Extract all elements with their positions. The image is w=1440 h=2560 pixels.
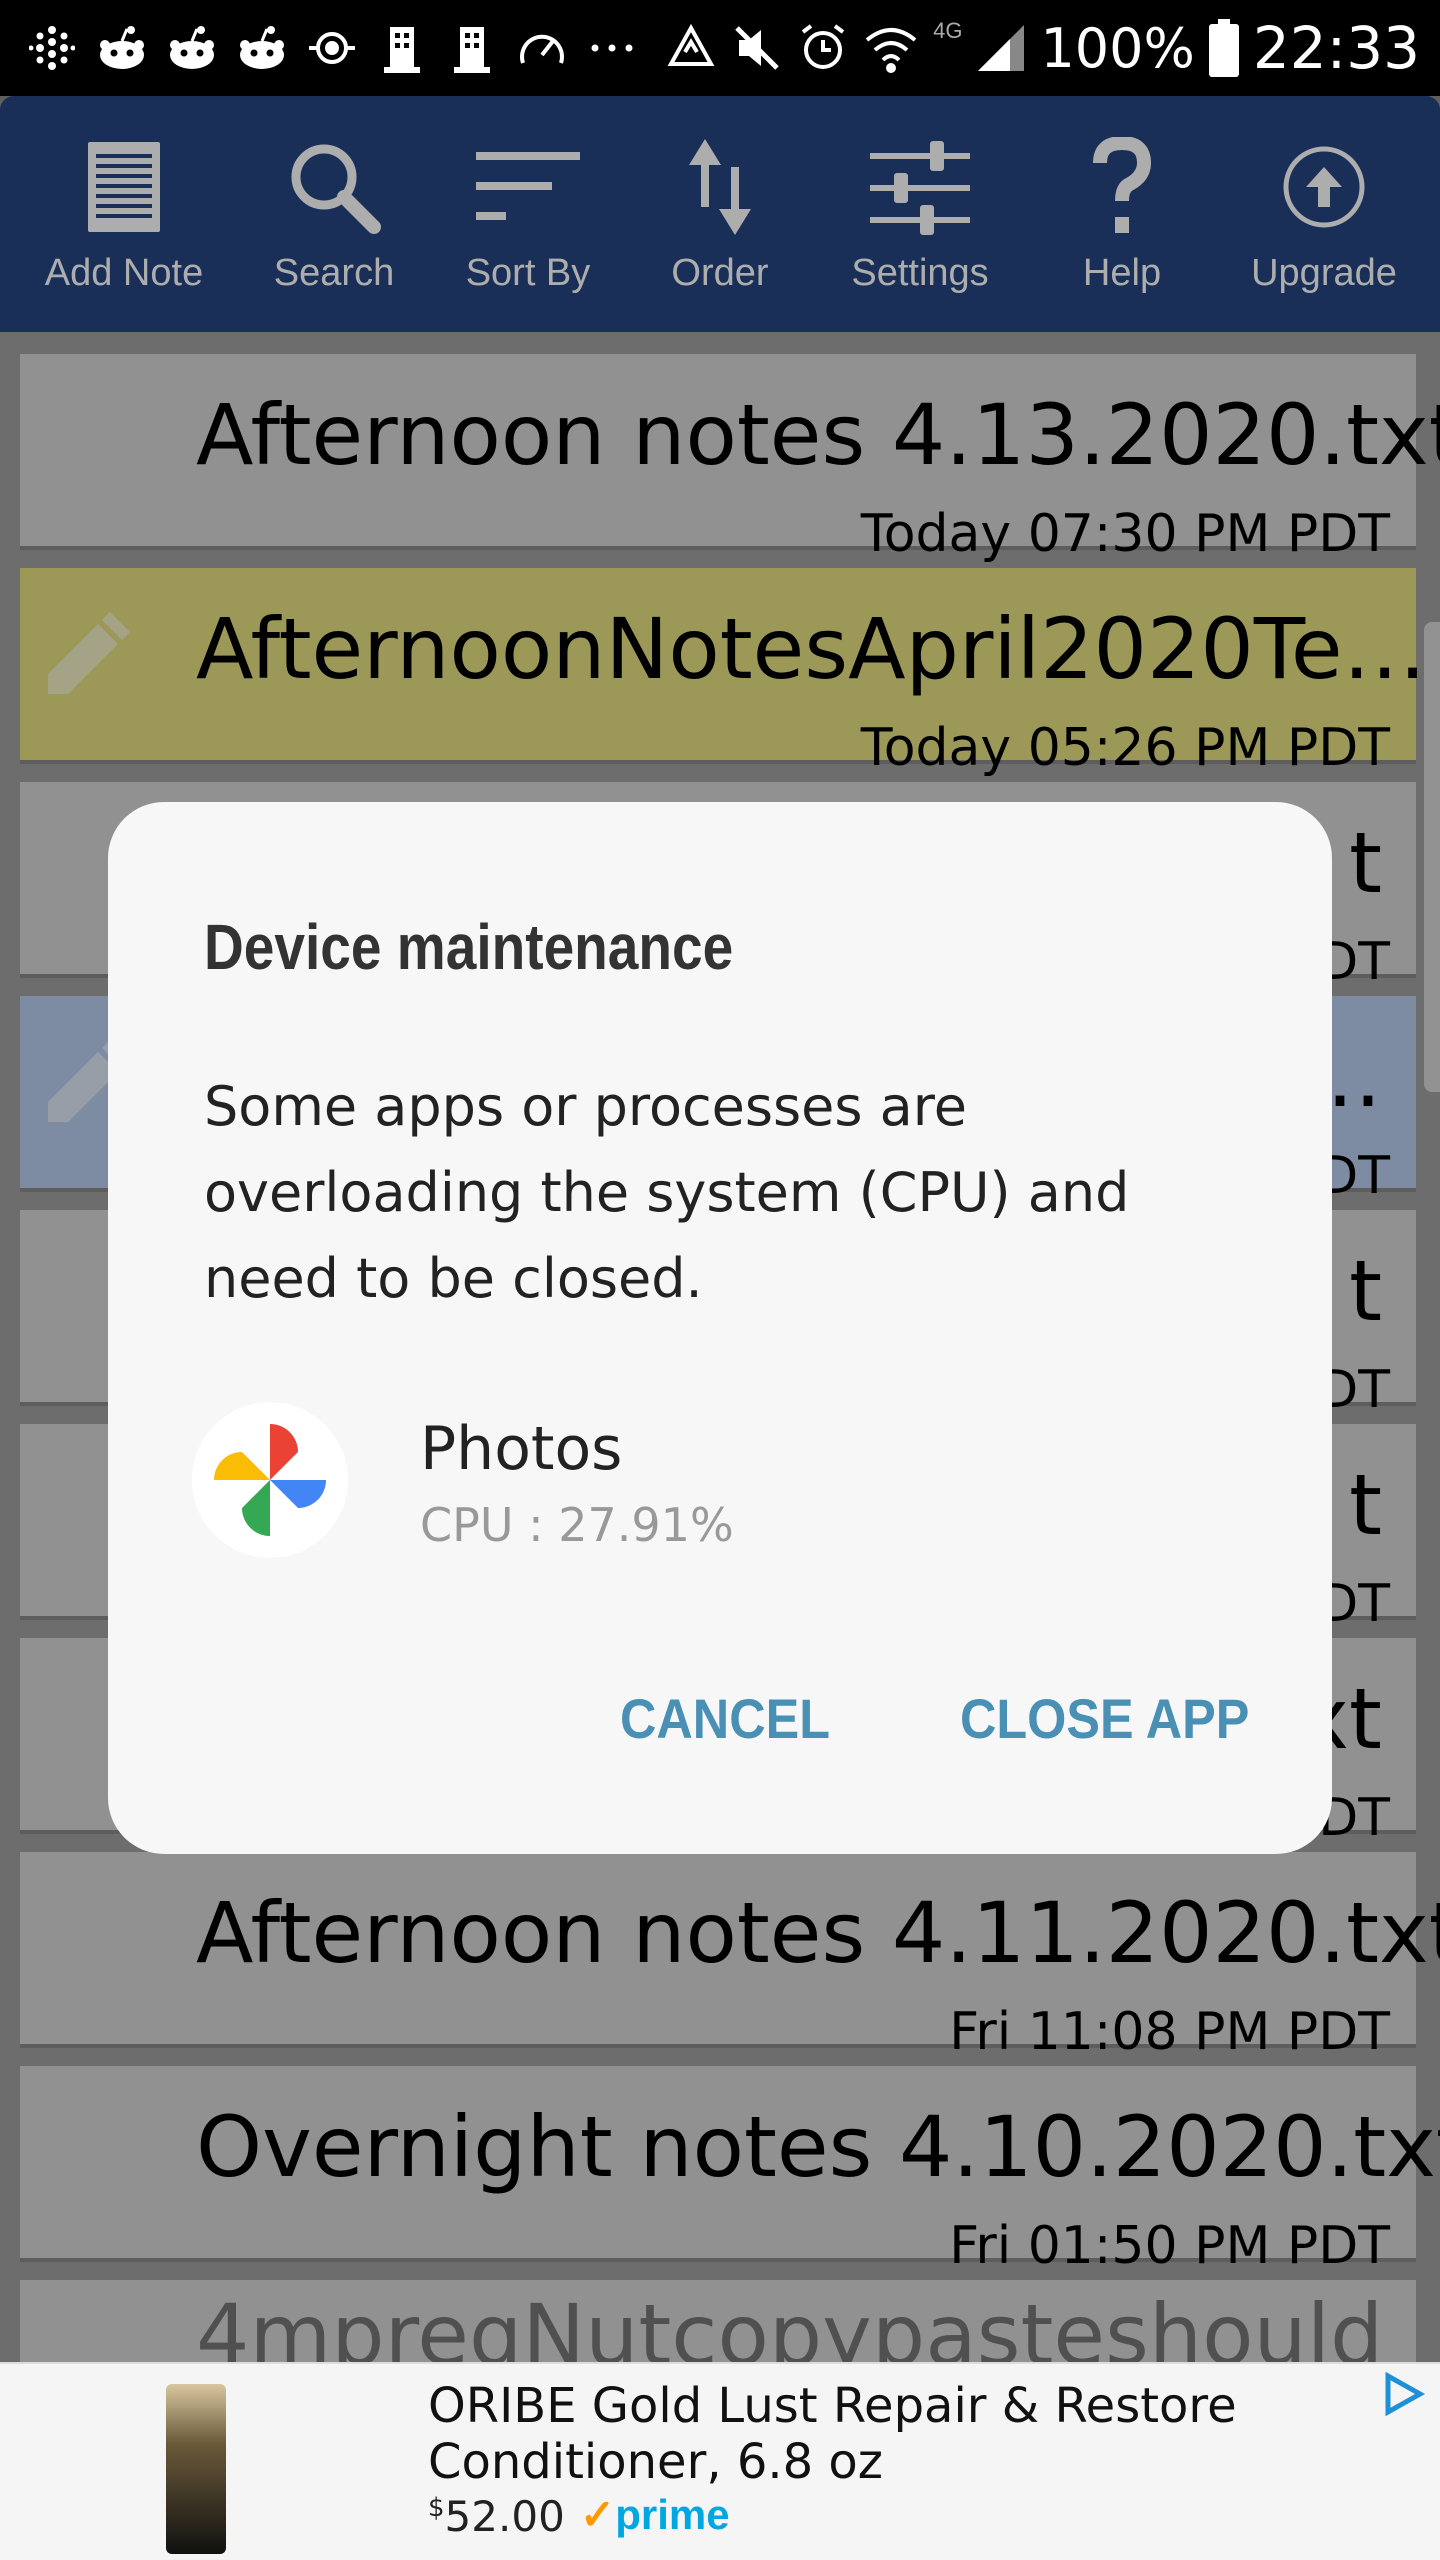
system-status: 4G 100% 22:33 (665, 12, 1420, 84)
reddit-icon (94, 22, 150, 74)
wifi-icon (865, 28, 917, 73)
dialog-title: Device maintenance (204, 911, 734, 983)
status-bar: 4G 100% 22:33 (0, 0, 1440, 96)
prime-check-icon: ✓ (580, 2491, 616, 2538)
sync-icon (304, 22, 360, 74)
ad-banner[interactable]: ORIBE Gold Lust Repair & Restore Conditi… (0, 2362, 1440, 2560)
clock: 22:33 (1252, 14, 1420, 82)
price-currency: $ (428, 2493, 445, 2523)
prime-badge: ✓prime (580, 2490, 730, 2539)
photos-app-icon (192, 1402, 348, 1558)
fitbit-icon (24, 22, 80, 74)
device-maintenance-dialog: Device maintenance Some apps or processe… (108, 802, 1332, 1854)
ad-price: $52.00 (428, 2492, 565, 2541)
notification-icons (24, 22, 640, 74)
ad-title[interactable]: ORIBE Gold Lust Repair & Restore Conditi… (428, 2378, 1328, 2490)
building-icon (444, 22, 500, 74)
ad-choices-icon[interactable] (1382, 2372, 1426, 2416)
mute-icon (735, 26, 779, 70)
network-type-label: 4G (933, 18, 963, 43)
cancel-button[interactable]: CANCEL (620, 1686, 830, 1751)
prime-label: prime (615, 2491, 730, 2538)
reddit-icon (164, 22, 220, 74)
more-notifications-icon (584, 22, 640, 74)
app-cpu-usage: CPU : 27.91% (420, 1498, 734, 1552)
dialog-message: Some apps or processes are overloading t… (204, 1075, 1130, 1310)
building-icon (374, 22, 430, 74)
app-row: Photos CPU : 27.91% (192, 1402, 1232, 1562)
battery-icon (1208, 19, 1239, 77)
battery-percent: 100% (1040, 16, 1195, 80)
reddit-icon (234, 22, 290, 74)
alarm-icon (801, 24, 845, 69)
recycle-icon (667, 23, 715, 66)
product-image (166, 2384, 226, 2554)
signal-icon (978, 25, 1025, 71)
price-value: 52.00 (444, 2492, 565, 2541)
close-app-button[interactable]: CLOSE APP (960, 1686, 1249, 1751)
app-name: Photos (420, 1414, 623, 1484)
speedometer-icon (514, 22, 570, 74)
